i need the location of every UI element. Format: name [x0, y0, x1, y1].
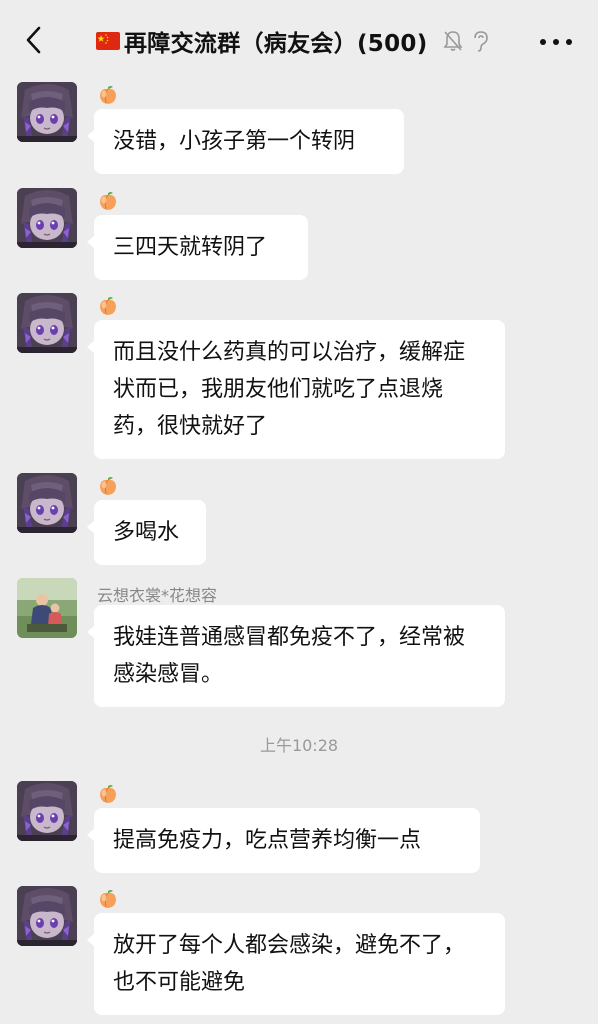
avatar[interactable]: [17, 886, 77, 946]
message-bubble[interactable]: 多喝水: [87, 500, 206, 565]
avatar[interactable]: [17, 578, 77, 638]
more-horizontal-icon: [540, 39, 572, 45]
peach-emoji-icon: [97, 84, 119, 106]
message-bubble[interactable]: 三四天就转阴了: [87, 215, 308, 280]
avatar[interactable]: [17, 473, 77, 533]
peach-emoji-icon: [97, 475, 119, 497]
chevron-left-icon: [26, 26, 41, 54]
chat-title: 再障交流群（病友会）(500): [124, 31, 428, 57]
chat-header: 再障交流群（病友会）(500): [0, 0, 598, 80]
peach-emoji-icon: [97, 888, 119, 910]
message-bubble[interactable]: 而且没什么药真的可以治疗，缓解症状而已，我朋友他们就吃了点退烧药，很快就好了: [87, 320, 505, 459]
more-button[interactable]: [536, 28, 576, 56]
avatar[interactable]: [17, 293, 77, 353]
back-button[interactable]: [18, 22, 48, 58]
earpiece-icon: [473, 31, 488, 52]
bell-muted-icon: [443, 31, 463, 51]
china-flag-icon: [96, 32, 120, 50]
sender-nickname: 云想衣裳*花想容: [97, 586, 218, 605]
avatar[interactable]: [17, 188, 77, 248]
peach-emoji-icon: [97, 783, 119, 805]
avatar[interactable]: [17, 82, 77, 142]
message-bubble[interactable]: 提高免疫力，吃点营养均衡一点: [87, 808, 480, 873]
message-bubble[interactable]: 没错，小孩子第一个转阴: [87, 109, 404, 174]
chat-title-group[interactable]: 再障交流群（病友会）(500): [96, 24, 490, 58]
message-bubble[interactable]: 放开了每个人都会感染，避免不了，也不可能避免: [87, 913, 505, 1015]
peach-emoji-icon: [97, 295, 119, 317]
peach-emoji-icon: [97, 190, 119, 212]
chat-timestamp: 上午10:28: [259, 736, 339, 755]
avatar[interactable]: [17, 781, 77, 841]
message-bubble[interactable]: 我娃连普通感冒都免疫不了，经常被感染感冒。: [87, 605, 505, 707]
